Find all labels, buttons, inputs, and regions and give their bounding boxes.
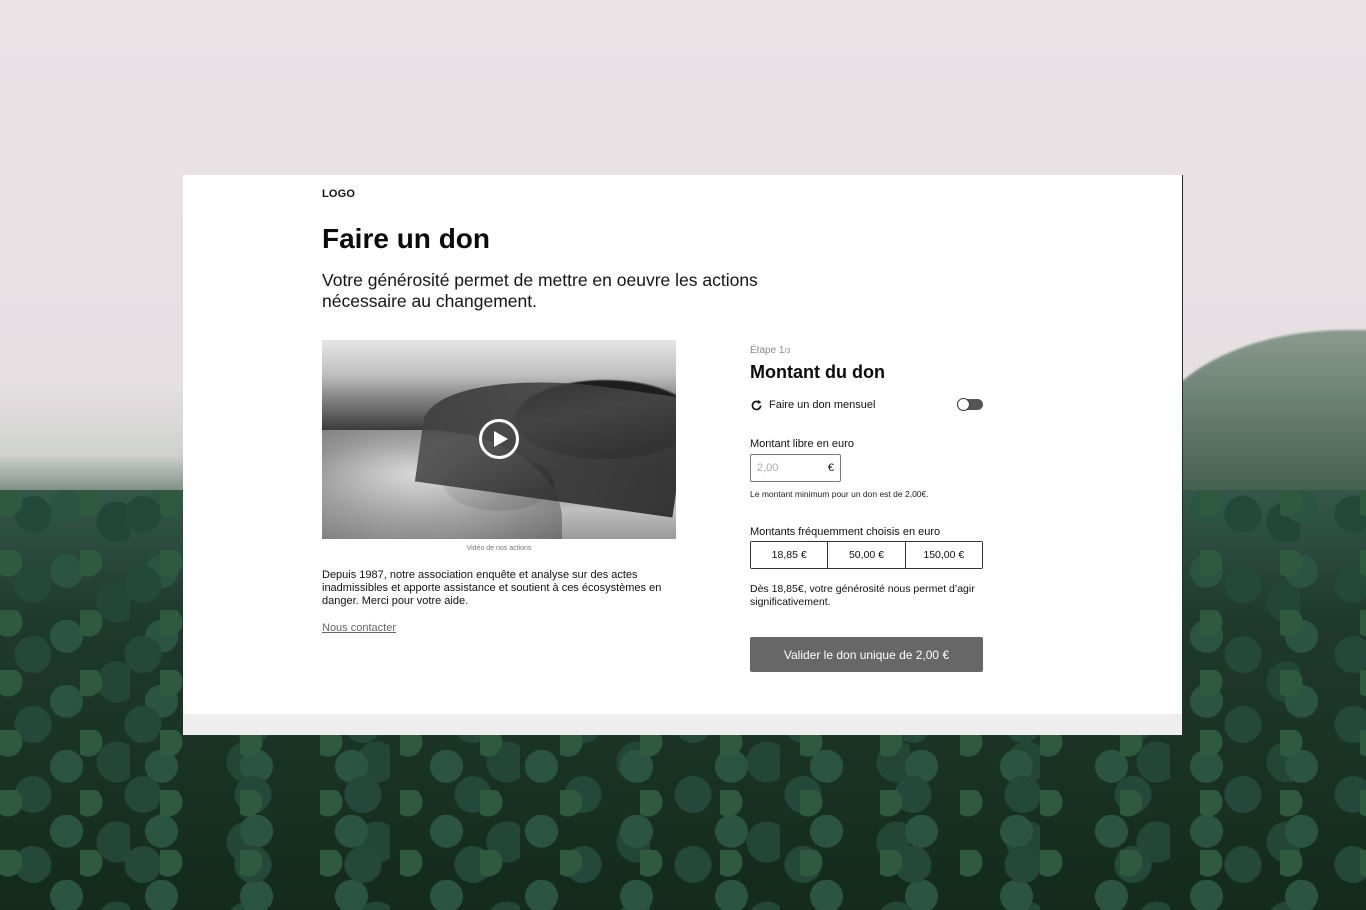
submit-donation-button[interactable]: Valider le don unique de 2,00 € xyxy=(750,637,983,672)
currency-symbol: € xyxy=(827,462,834,474)
preset-amount-button[interactable]: 18,85 € xyxy=(751,542,828,568)
preset-amounts: 18,85 € 50,00 € 150,00 € xyxy=(750,541,983,569)
contact-link[interactable]: Nous contacter xyxy=(322,622,396,634)
video-player[interactable] xyxy=(322,340,676,539)
step-total: /3 xyxy=(784,348,791,355)
toggle-knob xyxy=(957,398,970,411)
free-amount-label: Montant libre en euro xyxy=(750,438,854,450)
donation-card: LOGO Faire un don Votre générosité perme… xyxy=(183,175,1183,735)
preset-amounts-label: Montants fréquemment choisis en euro xyxy=(750,526,941,538)
monthly-donation-toggle[interactable] xyxy=(957,398,983,411)
step-label: Étape 1 xyxy=(750,345,785,356)
step-indicator: Étape 1/3 xyxy=(750,345,790,356)
free-amount-field[interactable]: € xyxy=(750,454,841,482)
preset-amount-button[interactable]: 50,00 € xyxy=(827,542,905,568)
association-description: Depuis 1987, notre association enquête e… xyxy=(322,569,662,607)
impact-text: Dès 18,85€, votre générosité nous permet… xyxy=(750,583,975,608)
page-title: Faire un don xyxy=(322,223,490,254)
form-title: Montant du don xyxy=(750,362,885,382)
monthly-donation-row: Faire un don mensuel xyxy=(750,397,983,413)
play-icon[interactable] xyxy=(479,419,519,459)
page-subtitle: Votre générosité permet de mettre en oeu… xyxy=(322,270,758,311)
card-footer xyxy=(183,714,1182,735)
monthly-donation-label: Faire un don mensuel xyxy=(769,399,876,411)
video-caption: Vidéo de nos actions xyxy=(466,545,532,552)
minimum-amount-hint: Le montant minimum pour un don est de 2,… xyxy=(750,489,929,499)
free-amount-input[interactable] xyxy=(757,462,817,474)
logo: LOGO xyxy=(322,188,356,200)
preset-amount-button[interactable]: 150,00 € xyxy=(904,542,982,568)
refresh-icon xyxy=(751,399,762,410)
